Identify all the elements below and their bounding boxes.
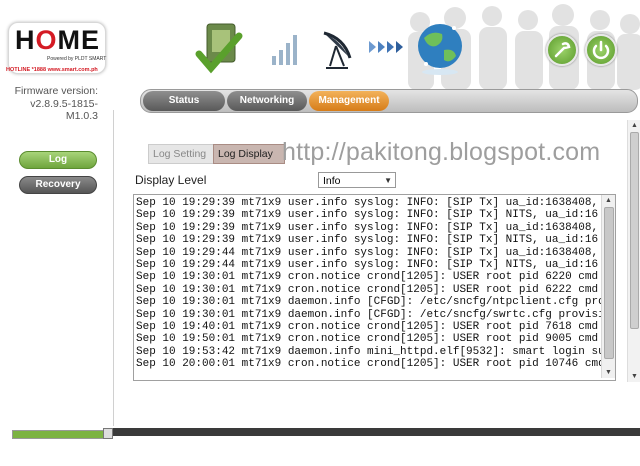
device-check-icon [195,23,243,74]
progress-bar [12,430,106,439]
page-scroll-thumb[interactable] [630,132,639,329]
globe-icon [418,24,462,75]
log-lines: Sep 10 19:29:39 mt71x9 user.info syslog:… [136,197,601,370]
log-textarea[interactable]: Sep 10 19:29:39 mt71x9 user.info syslog:… [133,194,616,381]
display-level-select[interactable]: Info ▼ [318,172,396,188]
progress-knob [103,428,113,439]
log-line: Sep 10 19:30:01 mt71x9 cron.notice crond… [136,283,599,296]
sidebar-item-recovery[interactable]: Recovery [19,176,97,194]
tools-icon[interactable] [546,34,578,66]
subtab-log-setting[interactable]: Log Setting [148,144,220,164]
scroll-down-icon[interactable]: ▼ [631,373,638,380]
scroll-up-icon[interactable]: ▲ [605,197,612,204]
log-line: Sep 10 19:29:39 mt71x9 user.info syslog:… [136,209,599,222]
log-line: Sep 10 19:30:01 mt71x9 cron.notice crond… [136,271,599,284]
firmware-label: Firmware version: [14,85,98,97]
log-line: Sep 10 19:50:01 mt71x9 cron.notice crond… [136,333,599,346]
firmware-version-line2: M1.0.3 [65,110,98,122]
sidebar-item-log[interactable]: Log [19,151,97,169]
watermark-text: http://pakitong.blogspot.com [282,138,601,166]
log-scrollbar[interactable]: ▲ ▼ [601,195,615,378]
firmware-version-line1: v2.8.9.5-1815- [30,97,98,110]
power-icon[interactable] [585,34,617,66]
display-level-value: Info [323,175,341,187]
log-scroll-thumb[interactable] [604,207,614,359]
log-line: Sep 10 19:53:42 mt71x9 daemon.info mini_… [136,345,601,358]
scroll-up-icon[interactable]: ▲ [631,122,638,129]
subtab-log-display[interactable]: Log Display [213,144,285,164]
bottom-bar [113,428,640,436]
log-line: Sep 10 19:29:39 mt71x9 user.info syslog:… [136,197,599,209]
log-line: Sep 10 19:29:44 mt71x9 user.info syslog:… [136,246,599,259]
tab-networking[interactable]: Networking [227,91,307,111]
hotline-text: HOTLINE *1888 www.smart.com.ph [6,67,98,73]
scroll-down-icon[interactable]: ▼ [605,369,612,376]
bottom-area [113,436,640,466]
log-line: Sep 10 19:30:01 mt71x9 daemon.info [CFGD… [136,308,601,321]
header: HOME Powered by PLDT SMART HOTLINE *1888… [0,0,640,90]
signal-bars-icon [272,35,297,65]
progress-fill [13,431,105,438]
tab-status[interactable]: Status [143,91,225,111]
logo-wordmark: HOME [15,25,101,55]
log-line: Sep 10 19:40:01 mt71x9 cron.notice crond… [136,320,599,333]
chevron-down-icon: ▼ [384,176,392,185]
log-line: Sep 10 20:00:01 mt71x9 cron.notice crond… [136,358,601,371]
log-line: Sep 10 19:29:39 mt71x9 user.info syslog:… [136,234,599,247]
firmware-info: Firmware version: v2.8.9.5-1815- M1.0.3 [8,85,98,123]
logo-powered-by: Powered by PLDT SMART [47,56,107,62]
satellite-dish-icon [323,31,352,69]
log-line: Sep 10 19:30:01 mt71x9 daemon.info [CFGD… [136,296,601,309]
log-line: Sep 10 19:29:39 mt71x9 user.info syslog:… [136,221,599,234]
display-level-label: Display Level [135,173,207,187]
page-scrollbar[interactable]: ▲ ▼ [627,120,640,382]
arrows-forward-icon [369,41,403,53]
tab-management[interactable]: Management [309,91,389,111]
log-line: Sep 10 19:29:44 mt71x9 user.info syslog:… [136,258,599,271]
